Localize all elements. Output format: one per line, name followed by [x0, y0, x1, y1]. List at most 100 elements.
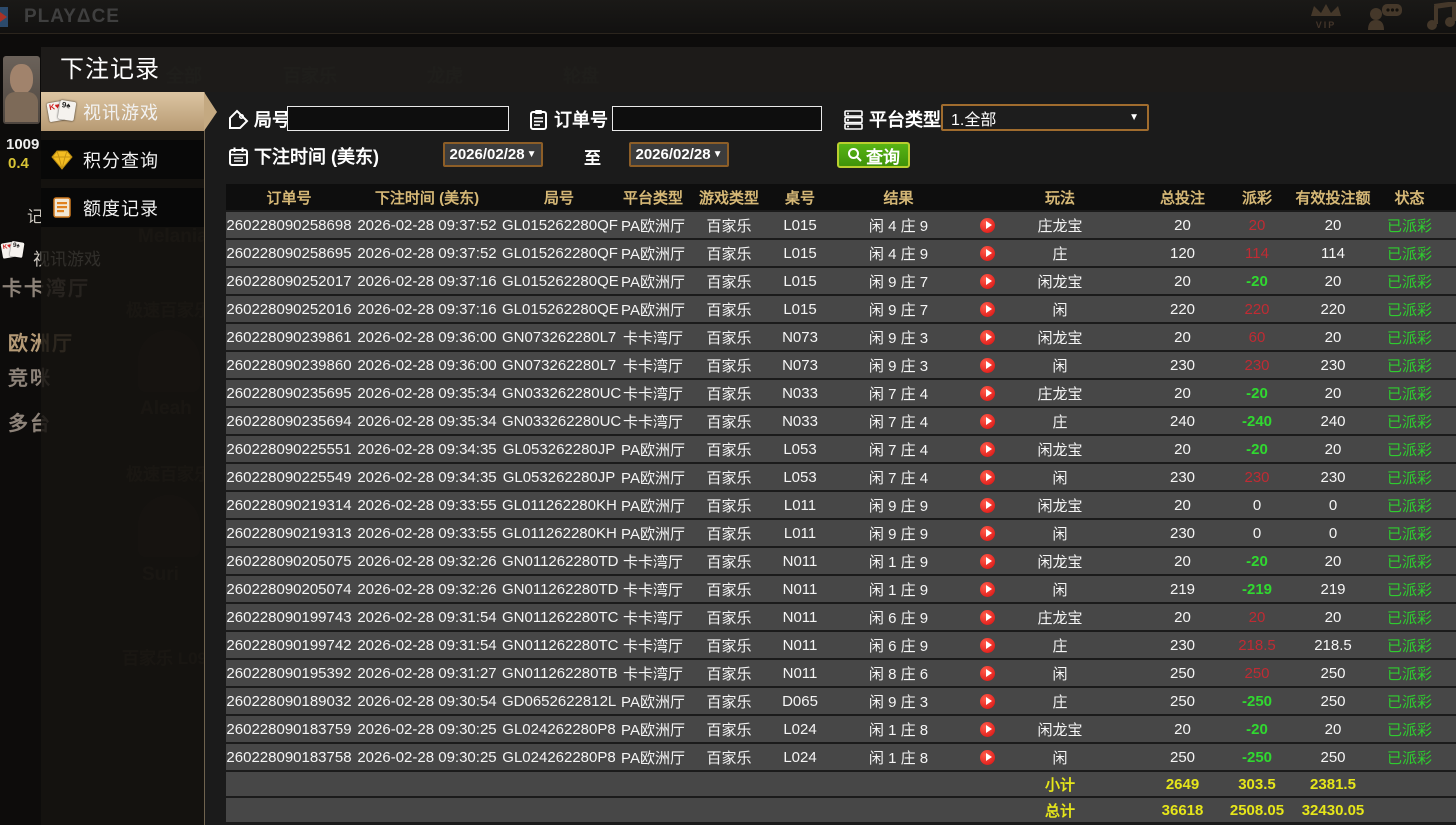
- cell-table: L015: [768, 217, 832, 234]
- cell-valid: 20: [1294, 609, 1372, 626]
- cell-platform: 卡卡湾厅: [616, 607, 690, 628]
- cell-payout: 0: [1220, 525, 1294, 542]
- cell-play: [965, 218, 1010, 233]
- cell-table: L024: [768, 749, 832, 766]
- cell-play: [965, 386, 1010, 401]
- platform-type-select[interactable]: 1.全部 ▼: [941, 104, 1149, 131]
- cell-payout: -250: [1220, 693, 1294, 710]
- date-from-select[interactable]: 2026/02/28 ▼: [443, 142, 543, 167]
- cell-status: 已派彩: [1372, 747, 1447, 768]
- cell-time: 2026-02-28 09:31:27: [352, 665, 502, 682]
- cell-valid: 0: [1294, 497, 1372, 514]
- table-row: 2602280901837582026-02-28 09:30:25GL0242…: [226, 744, 1456, 770]
- replay-button[interactable]: [980, 750, 995, 765]
- cell-order: 260228090199743: [226, 609, 352, 626]
- cell-status: 已派彩: [1372, 635, 1447, 656]
- cell-play: [965, 694, 1010, 709]
- replay-button[interactable]: [980, 582, 995, 597]
- game-no-input[interactable]: [287, 106, 509, 131]
- sidebar-item-points-query[interactable]: 积分查询: [41, 140, 204, 179]
- sidebar-item-video-games[interactable]: K♥9♠ 视讯游戏: [41, 92, 204, 131]
- cell-total: 219: [1145, 581, 1220, 598]
- replay-button[interactable]: [980, 386, 995, 401]
- table-row: 2602280902356952026-02-28 09:35:34GN0332…: [226, 380, 1456, 406]
- play-icon: [986, 221, 992, 229]
- cell-order: 260228090225549: [226, 469, 352, 486]
- cell-valid: 250: [1294, 749, 1372, 766]
- music-icon[interactable]: [1420, 2, 1456, 32]
- cell-time: 2026-02-28 09:37:16: [352, 273, 502, 290]
- cell-platform: PA欧洲厅: [616, 719, 690, 740]
- cell-play: [965, 610, 1010, 625]
- top-bar: PLAYΔCE VIP: [0, 0, 1456, 34]
- cell-time: 2026-02-28 09:31:54: [352, 637, 502, 654]
- search-button[interactable]: 查询: [837, 142, 910, 168]
- replay-button[interactable]: [980, 554, 995, 569]
- replay-button[interactable]: [980, 358, 995, 373]
- cell-play: [965, 750, 1010, 765]
- cell-total: 230: [1145, 357, 1220, 374]
- cell-result: 闲 7 庄 4: [832, 383, 965, 404]
- vip-icon[interactable]: VIP: [1304, 2, 1348, 32]
- replay-button[interactable]: [980, 498, 995, 513]
- search-icon: [847, 147, 863, 163]
- cell-table: N033: [768, 413, 832, 430]
- cell-status: 已派彩: [1372, 243, 1447, 264]
- replay-button[interactable]: [980, 302, 995, 317]
- table-row: 2602280902398602026-02-28 09:36:00GN0732…: [226, 352, 1456, 378]
- table-row: 2602280902050742026-02-28 09:32:26GN0112…: [226, 576, 1456, 602]
- table-row: 2602280902193142026-02-28 09:33:55GL0112…: [226, 492, 1456, 518]
- replay-button[interactable]: [980, 526, 995, 541]
- cell-type: 百家乐: [690, 411, 768, 432]
- user-avatar[interactable]: [3, 56, 40, 124]
- logo-text: PLAYΔCE: [24, 6, 120, 28]
- replay-button[interactable]: [980, 694, 995, 709]
- date-to-select[interactable]: 2026/02/28 ▼: [629, 142, 729, 167]
- search-button-label: 查询: [866, 143, 900, 168]
- replay-button[interactable]: [980, 274, 995, 289]
- cell-result: 闲 9 庄 3: [832, 691, 965, 712]
- play-icon: [986, 753, 992, 761]
- replay-button[interactable]: [980, 442, 995, 457]
- cell-total: 250: [1145, 749, 1220, 766]
- cell-type: 百家乐: [690, 383, 768, 404]
- platform-type-value: 1.全部: [951, 106, 996, 130]
- replay-button[interactable]: [980, 218, 995, 233]
- cell-bet: 闲龙宝: [1010, 719, 1110, 740]
- play-icon: [986, 697, 992, 705]
- replay-button[interactable]: [980, 722, 995, 737]
- bet-records-table: 订单号下注时间 (美东)局号平台类型游戏类型桌号结果玩法总投注派彩有效投注额状态…: [226, 184, 1456, 824]
- cell-game: GL015262280QE: [502, 273, 616, 290]
- cell-valid: 250: [1294, 665, 1372, 682]
- replay-button[interactable]: [980, 246, 995, 261]
- cell-payout: 20: [1220, 609, 1294, 626]
- table-row: 2602280901997422026-02-28 09:31:54GN0112…: [226, 632, 1456, 658]
- cell-payout: 60: [1220, 329, 1294, 346]
- replay-button[interactable]: [980, 470, 995, 485]
- replay-button[interactable]: [980, 638, 995, 653]
- avatar-face: [10, 64, 33, 94]
- cell-valid: 0: [1294, 525, 1372, 542]
- cell-result: 闲 1 庄 9: [832, 579, 965, 600]
- cell-play: [965, 638, 1010, 653]
- sidebar-item-label: 额度记录: [83, 195, 159, 221]
- play-icon: [986, 333, 992, 341]
- cell-table: L024: [768, 721, 832, 738]
- cell-platform: 卡卡湾厅: [616, 327, 690, 348]
- cell-total: 20: [1145, 217, 1220, 234]
- cell-total: 20: [1145, 497, 1220, 514]
- cell-total: 230: [1145, 637, 1220, 654]
- replay-button[interactable]: [980, 610, 995, 625]
- play-icon: [986, 361, 992, 369]
- customer-service-icon[interactable]: [1362, 2, 1406, 32]
- cell-valid: 219: [1294, 581, 1372, 598]
- footer-valid: 2381.5: [1294, 776, 1372, 793]
- sidebar-item-credit-records[interactable]: 额度记录: [41, 188, 204, 227]
- order-no-input[interactable]: [612, 106, 822, 131]
- cell-game: GL024262280P8: [502, 721, 616, 738]
- cell-game: GN011262280TB: [502, 665, 616, 682]
- replay-button[interactable]: [980, 414, 995, 429]
- replay-button[interactable]: [980, 666, 995, 681]
- replay-button[interactable]: [980, 330, 995, 345]
- cell-valid: 20: [1294, 273, 1372, 290]
